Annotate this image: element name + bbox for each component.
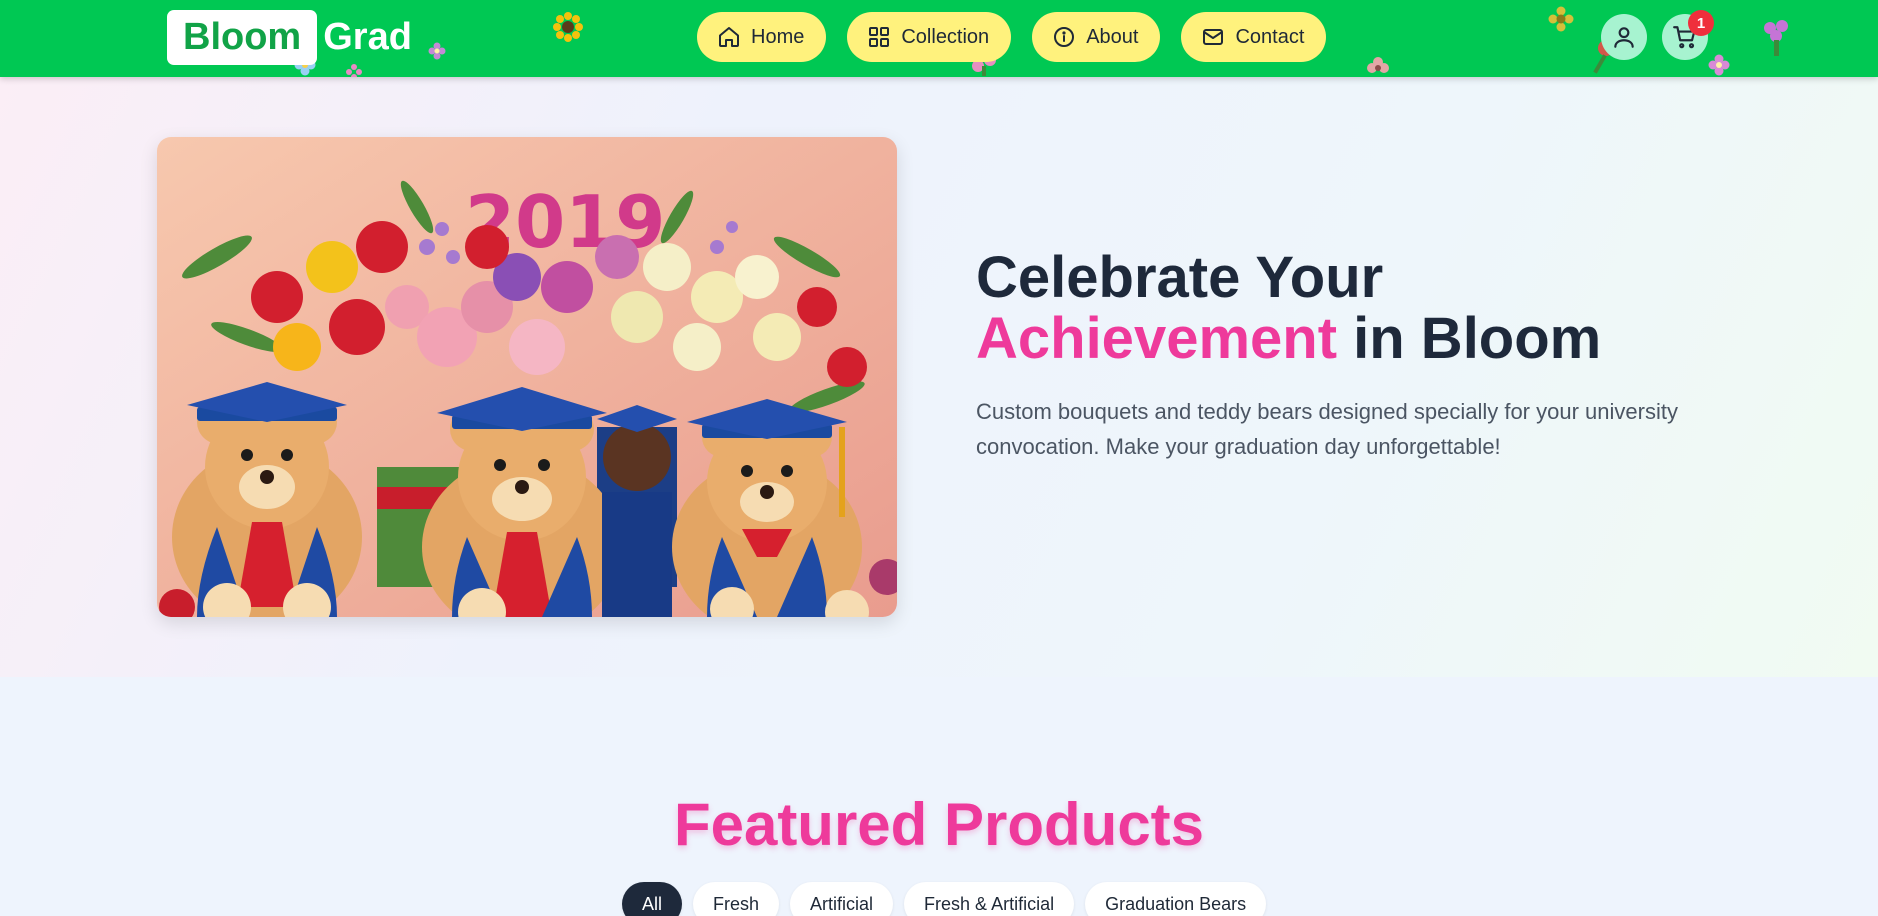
site-header: Bloom Grad Home Collection About Contact… — [0, 0, 1878, 77]
filter-all[interactable]: All — [622, 882, 683, 916]
info-icon — [1054, 27, 1075, 47]
hero-title-rest: in Bloom — [1337, 306, 1602, 371]
featured-products-title: Featured Products — [673, 791, 1205, 858]
product-filter-bar: All Fresh Artificial Fresh & Artificial … — [622, 882, 1267, 916]
nav-home-button[interactable]: Home — [697, 12, 827, 62]
graduation-bears-bouquet-image: 2019 — [157, 137, 897, 617]
hero-title: Celebrate Your Achievement in Bloom — [976, 247, 1601, 369]
filter-fresh[interactable]: Fresh — [693, 882, 780, 916]
logo-grad: Grad — [323, 16, 412, 58]
bouquet-icon — [1764, 20, 1788, 56]
filter-fresh-and-artificial[interactable]: Fresh & Artificial — [904, 882, 1075, 916]
nav-contact-button[interactable]: Contact — [1181, 12, 1327, 62]
account-button[interactable] — [1601, 14, 1647, 60]
logo-bloom: Bloom — [167, 10, 318, 65]
flower-icon — [1548, 6, 1574, 32]
nav-contact-label: Contact — [1235, 25, 1305, 48]
nav-about-label: About — [1086, 25, 1139, 48]
mail-icon — [1203, 29, 1224, 45]
flower-icon — [428, 42, 446, 60]
cart-count-badge: 1 — [1688, 10, 1714, 36]
nav-about-button[interactable]: About — [1032, 12, 1161, 62]
hero-title-line1: Celebrate Your — [976, 245, 1384, 310]
main-nav: Home Collection About Contact — [697, 12, 1327, 62]
flower-icon — [1708, 54, 1730, 76]
flower-icon — [346, 64, 362, 77]
user-icon — [1614, 27, 1634, 48]
hero-title-highlight: Achievement — [976, 306, 1338, 371]
home-icon — [719, 27, 739, 47]
nav-collection-label: Collection — [901, 25, 990, 48]
cart-button[interactable]: 1 — [1662, 10, 1714, 60]
hero-image: 2019 — [157, 137, 897, 617]
flower-icon — [1367, 57, 1389, 73]
sunflower-icon — [553, 12, 583, 42]
filter-artificial[interactable]: Artificial — [790, 882, 894, 916]
site-logo[interactable]: Bloom Grad — [167, 10, 412, 65]
nav-collection-button[interactable]: Collection — [847, 12, 1012, 62]
hero-section: 2019 Celebrate Your Achievement in Bloom… — [0, 77, 1878, 677]
hero-subtitle: Custom bouquets and teddy bears designed… — [976, 399, 1678, 459]
grid-icon — [869, 27, 890, 47]
filter-graduation-bears[interactable]: Graduation Bears — [1085, 882, 1267, 916]
nav-home-label: Home — [751, 25, 805, 48]
